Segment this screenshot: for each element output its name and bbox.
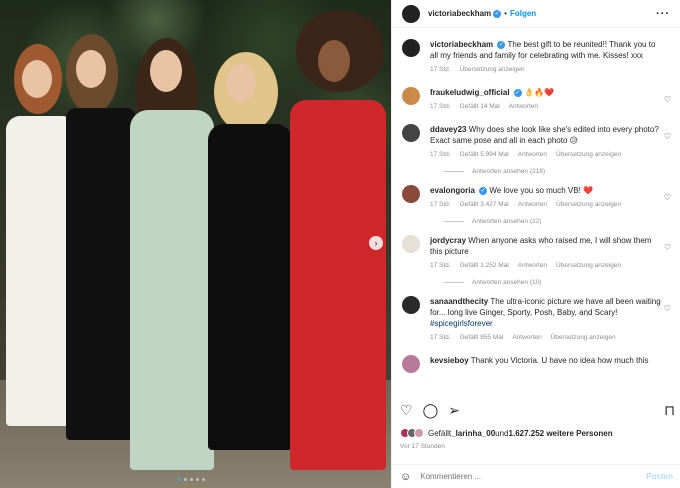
translate-link[interactable]: Übersetzung anzeigen [460,64,525,75]
heart-icon[interactable]: ♡ [400,402,413,419]
liker-avatars [400,428,424,438]
heart-icon[interactable]: ♡ [664,243,671,252]
comment-time: 17 Std. [430,262,451,269]
replies-divider [444,221,464,222]
carousel-dot [190,478,193,481]
commenter-avatar[interactable] [402,87,420,105]
commenter-avatar[interactable] [402,235,420,253]
translate-link[interactable]: Übersetzung anzeigen [556,260,621,271]
comment-item: ddavey23 Why does she look like she's ed… [402,124,671,160]
emoji-icon[interactable]: ☺ [400,471,411,483]
post-actions: ♡ ◯ ➢ ⊓ [400,402,675,419]
author-avatar[interactable] [402,4,420,23]
carousel-dot [196,478,199,481]
heart-icon[interactable]: ♡ [664,193,671,202]
comment-username[interactable]: evalongoria [430,186,475,195]
comment-likes[interactable]: Gefällt 855 Mal [460,332,504,343]
comment-item: sanaandthecity The ultra-iconic picture … [402,296,671,343]
reply-button[interactable]: Antworten [518,260,547,271]
verified-icon: ✓ [479,186,488,195]
more-options-icon[interactable]: ··· [656,8,670,20]
author-username[interactable]: victoriabeckham [428,9,491,18]
comment-username[interactable]: jordycray [430,236,466,245]
post-comment-button[interactable]: Posten [646,472,673,481]
author-avatar[interactable] [402,39,420,57]
reply-button[interactable]: Antworten [518,149,547,160]
comment-item: jordycray When anyone asks who raised me… [402,235,671,271]
heart-icon[interactable]: ♡ [664,95,671,104]
likes-count[interactable]: 1.627.252 weitere Personen [509,429,613,438]
likes-summary: Gefällt _larinha_00 und 1.627.252 weiter… [400,428,613,438]
verified-icon: ✓ [493,9,502,18]
translate-link[interactable]: Übersetzung anzeigen [551,332,616,343]
verified-icon: ✓ [497,40,506,49]
view-replies-button[interactable]: Antworten ansehen (218) [444,168,671,175]
next-photo-button[interactable]: › [369,236,383,250]
chevron-right-icon: › [374,238,378,248]
post-date: Vor 17 Stunden [400,443,445,450]
share-icon[interactable]: ➢ [448,402,460,419]
comment-text: We love you so much VB! ❤️ [489,186,594,195]
comment-username[interactable]: kevsieboy [430,356,469,365]
comment-likes[interactable]: Gefällt 1.252 Mal [460,260,509,271]
carousel-dot [202,478,205,481]
replies-divider [444,282,464,283]
comment-likes[interactable]: Gefällt 14 Mal [460,101,500,112]
comment-username[interactable]: sanaandthecity [430,297,488,306]
commenter-avatar[interactable] [402,185,420,203]
post-photo[interactable]: › [0,0,391,488]
view-replies-label: Antworten ansehen (22) [472,218,542,225]
comment-time: 17 Std. [430,103,451,110]
post-header: victoriabeckham ✓ • Folgen ··· [392,0,680,28]
view-replies-button[interactable]: Antworten ansehen (10) [444,279,671,286]
verified-icon: ✓ [513,88,522,97]
comment-likes[interactable]: Gefällt 5.994 Mal [460,149,509,160]
likes-prefix: Gefällt [428,428,452,438]
commenter-avatar[interactable] [402,355,420,373]
comment-item: fraukeludwig_official ✓ 👌🔥❤️ 17 Std. Gef… [402,87,671,112]
liker-username[interactable]: _larinha_00 [451,429,495,438]
comment-box: ☺ Posten [392,464,680,488]
carousel-dot [178,478,181,481]
caption-username[interactable]: victoriabeckham [430,40,493,49]
comment-username[interactable]: ddavey23 [430,125,466,134]
heart-icon[interactable]: ♡ [664,304,671,313]
view-replies-label: Antworten ansehen (10) [472,279,542,286]
likes-middle: und [495,428,509,438]
comment-icon[interactable]: ◯ [423,402,439,419]
comment-item: evalongoria ✓ We love you so much VB! ❤️… [402,185,671,210]
comments-list[interactable]: victoriabeckham ✓ The best gift to be re… [392,29,680,393]
view-replies-label: Antworten ansehen (218) [472,168,545,175]
liker-avatar [414,428,424,438]
carousel-dots [178,478,205,481]
comment-likes[interactable]: Gefällt 3.427 Mal [460,199,509,210]
commenter-avatar[interactable] [402,296,420,314]
reply-button[interactable]: Antworten [512,332,541,343]
comment-time: 17 Std. [430,151,451,158]
reply-button[interactable]: Antworten [509,101,538,112]
comment-username[interactable]: fraukeludwig_official [430,88,510,97]
view-replies-button[interactable]: Antworten ansehen (22) [444,218,671,225]
comment-time: 17 Std. [430,334,451,341]
hashtag-link[interactable]: #spicegirlsforever [430,319,493,328]
comment-input[interactable] [420,472,647,481]
comment-item: kevsieboy Thank you Victoria. U have no … [402,355,671,373]
caption-time: 17 Std. [430,66,451,73]
comment-time: 17 Std. [430,201,451,208]
caption: victoriabeckham ✓ The best gift to be re… [402,39,671,75]
post-side-panel: victoriabeckham ✓ • Folgen ··· victoriab… [391,0,680,488]
commenter-avatar[interactable] [402,124,420,142]
heart-icon[interactable]: ♡ [664,132,671,141]
header-separator: • [504,9,507,18]
translate-link[interactable]: Übersetzung anzeigen [556,199,621,210]
follow-button[interactable]: Folgen [510,9,536,18]
comment-text: 👌🔥❤️ [524,88,554,97]
bookmark-icon[interactable]: ⊓ [664,402,675,419]
comment-text: Thank you Victoria. U have no idea how m… [470,356,649,365]
replies-divider [444,171,464,172]
reply-button[interactable]: Antworten [518,199,547,210]
translate-link[interactable]: Übersetzung anzeigen [556,149,621,160]
carousel-dot [184,478,187,481]
